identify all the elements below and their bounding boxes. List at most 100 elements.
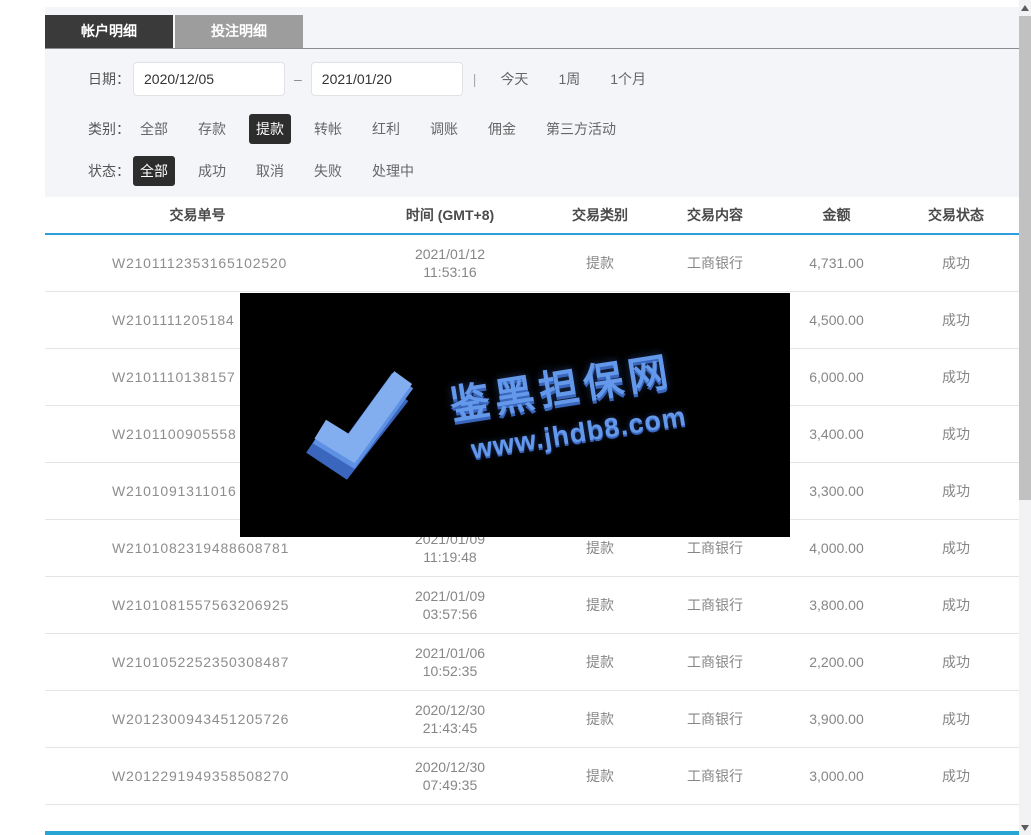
category-option-bonus[interactable]: 红利 [365,114,407,144]
transaction-time: 2021/01/09 03:57:56 [350,587,550,623]
arrow-down-icon [1021,825,1029,831]
category-option-transfer[interactable]: 转帐 [307,114,349,144]
transaction-clock: 11:53:16 [350,263,550,281]
table-header-row: 交易单号 时间 (GMT+8) 交易类别 交易内容 金额 交易状态 [45,197,1019,235]
header-content: 交易内容 [650,205,780,225]
date-label: 日期： [88,69,130,89]
status-filter-row: 状态： 全部 成功 取消 失败 处理中 [88,157,1019,185]
transaction-status: 成功 [893,652,1019,672]
transaction-content: 工商银行 [650,766,780,786]
watermark-text: 鉴黑担保网 www.jhdb8.com [445,337,689,467]
transaction-date: 2020/12/30 [350,701,550,719]
transaction-status: 成功 [893,538,1019,558]
transaction-id: W2012291949358508270 [45,768,350,784]
table-row: W2012300943451205726 2020/12/30 21:43:45… [45,691,1019,748]
transaction-id: W2101052252350308487 [45,654,350,670]
status-option-processing[interactable]: 处理中 [365,156,421,186]
transaction-status: 成功 [893,253,1019,273]
transaction-date: 2021/01/12 [350,245,550,263]
transaction-type: 提款 [550,766,650,786]
date-to-input[interactable] [311,62,463,96]
transaction-id: W2101082319488608781 [45,540,350,556]
transaction-amount: 2,200.00 [780,654,893,670]
status-option-cancelled[interactable]: 取消 [249,156,291,186]
category-label: 类别： [88,119,130,139]
transaction-date: 2021/01/09 [350,587,550,605]
bottom-accent-bar [45,831,1019,835]
scroll-up-button[interactable] [1019,0,1031,15]
transaction-amount: 3,400.00 [780,426,893,442]
table-row: W2101081557563206925 2021/01/09 03:57:56… [45,577,1019,634]
filter-area: 日期： – | 今天 1周 1个月 类别： 全部 存款 提款 转帐 红利 调账 … [45,49,1019,185]
quick-range-today[interactable]: 今天 [500,69,528,89]
transaction-clock: 07:49:35 [350,776,550,794]
transaction-amount: 4,500.00 [780,312,893,328]
checkmark-logo-icon [295,365,444,502]
transaction-content: 工商银行 [650,709,780,729]
transaction-clock: 10:52:35 [350,662,550,680]
transaction-id: W2101081557563206925 [45,597,350,613]
transaction-amount: 3,300.00 [780,483,893,499]
transaction-time: 2020/12/30 21:43:45 [350,701,550,737]
transaction-clock: 21:43:45 [350,719,550,737]
transaction-status: 成功 [893,424,1019,444]
category-option-deposit[interactable]: 存款 [191,114,233,144]
category-option-all[interactable]: 全部 [133,114,175,144]
transaction-status: 成功 [893,481,1019,501]
status-label: 状态： [88,161,130,181]
scrollbar[interactable] [1019,0,1031,835]
transaction-id: W2012300943451205726 [45,711,350,727]
category-option-commission[interactable]: 佣金 [481,114,523,144]
header-time: 时间 (GMT+8) [350,205,550,225]
transaction-time: 2021/01/12 11:53:16 [350,245,550,281]
header-transaction-id: 交易单号 [45,205,350,225]
divider: | [473,71,477,87]
transaction-type: 提款 [550,652,650,672]
transaction-amount: 4,000.00 [780,540,893,556]
transaction-amount: 6,000.00 [780,369,893,385]
quick-range-1week[interactable]: 1周 [558,69,580,89]
arrow-up-icon [1021,5,1029,11]
date-filter-row: 日期： – | 今天 1周 1个月 [88,62,1019,96]
transaction-date: 2020/12/30 [350,758,550,776]
watermark-overlay: 鉴黑担保网 www.jhdb8.com [240,293,790,537]
category-option-adjustment[interactable]: 调账 [423,114,465,144]
transaction-amount: 3,000.00 [780,768,893,784]
transaction-time: 2021/01/06 10:52:35 [350,644,550,680]
transaction-clock: 11:19:48 [350,548,550,566]
watermark-content: 鉴黑担保网 www.jhdb8.com [295,326,690,502]
transaction-status: 成功 [893,709,1019,729]
date-from-input[interactable] [133,62,285,96]
transaction-type: 提款 [550,538,650,558]
table-row: W2101112353165102520 2021/01/12 11:53:16… [45,235,1019,292]
transaction-content: 工商银行 [650,538,780,558]
tab-account-detail[interactable]: 帐户明细 [45,15,173,48]
transaction-content: 工商银行 [650,652,780,672]
scrollbar-thumb[interactable] [1019,16,1031,500]
transaction-content: 工商银行 [650,595,780,615]
scroll-down-button[interactable] [1019,820,1031,835]
quick-range-1month[interactable]: 1个月 [610,69,646,89]
transaction-amount: 3,800.00 [780,597,893,613]
transaction-date: 2021/01/06 [350,644,550,662]
date-range-separator: – [294,71,302,87]
category-option-withdraw[interactable]: 提款 [249,114,291,144]
status-option-failed[interactable]: 失败 [307,156,349,186]
status-option-all[interactable]: 全部 [133,156,175,186]
status-option-success[interactable]: 成功 [191,156,233,186]
table-row: W2012291949358508270 2020/12/30 07:49:35… [45,748,1019,805]
table-row: W2101052252350308487 2021/01/06 10:52:35… [45,634,1019,691]
transaction-time: 2020/12/30 07:49:35 [350,758,550,794]
transaction-type: 提款 [550,253,650,273]
tab-betting-detail[interactable]: 投注明细 [175,15,303,48]
transaction-status: 成功 [893,310,1019,330]
transaction-content: 工商银行 [650,253,780,273]
header-amount: 金额 [780,205,893,225]
transaction-status: 成功 [893,766,1019,786]
category-filter-row: 类别： 全部 存款 提款 转帐 红利 调账 佣金 第三方活动 [88,115,1019,143]
transaction-amount: 4,731.00 [780,255,893,271]
transaction-type: 提款 [550,595,650,615]
header-type: 交易类别 [550,205,650,225]
transaction-clock: 03:57:56 [350,605,550,623]
category-option-thirdparty[interactable]: 第三方活动 [539,114,623,144]
